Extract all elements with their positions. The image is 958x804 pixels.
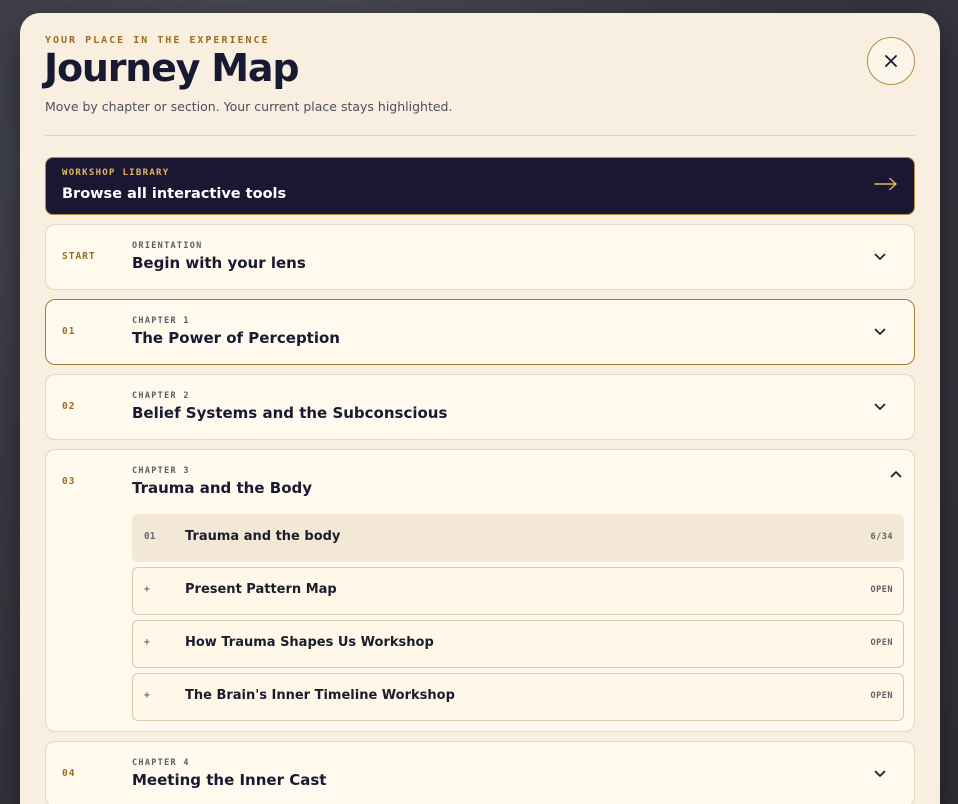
chapter-number: 03 bbox=[62, 476, 76, 487]
chapter-title: Begin with your lens bbox=[132, 254, 306, 272]
section-item-current[interactable]: 01 Trauma and the body 6/34 bbox=[132, 514, 904, 562]
page-subtitle: Move by chapter or section. Your current… bbox=[45, 99, 453, 114]
section-item-present-pattern-map[interactable]: + Present Pattern Map OPEN bbox=[132, 567, 904, 615]
chapter-eyebrow: CHAPTER 4 bbox=[132, 758, 190, 768]
section-title: The Brain's Inner Timeline Workshop bbox=[185, 688, 455, 703]
section-open-label: OPEN bbox=[870, 691, 893, 701]
arrow-right-icon bbox=[874, 177, 897, 191]
section-title: Present Pattern Map bbox=[185, 582, 337, 597]
close-icon bbox=[885, 55, 897, 67]
chapter-start[interactable]: START ORIENTATION Begin with your lens bbox=[45, 224, 915, 290]
plus-icon: + bbox=[144, 584, 150, 595]
chapter-eyebrow: ORIENTATION bbox=[132, 241, 203, 251]
workshop-library-link[interactable]: WORKSHOP LIBRARY Browse all interactive … bbox=[45, 157, 915, 215]
chapter-number: 01 bbox=[62, 326, 76, 337]
header-divider bbox=[45, 135, 915, 136]
chapter-number: 02 bbox=[62, 401, 76, 412]
chapter-number: 04 bbox=[62, 768, 76, 779]
chapter-eyebrow: CHAPTER 1 bbox=[132, 316, 190, 326]
chevron-up-icon[interactable] bbox=[890, 470, 902, 478]
chapter-4[interactable]: 04 CHAPTER 4 Meeting the Inner Cast bbox=[45, 741, 915, 804]
section-item-trauma-workshop[interactable]: + How Trauma Shapes Us Workshop OPEN bbox=[132, 620, 904, 668]
section-open-label: OPEN bbox=[870, 585, 893, 595]
section-progress: 6/34 bbox=[870, 532, 893, 542]
chevron-down-icon[interactable] bbox=[874, 770, 886, 778]
chapter-title: The Power of Perception bbox=[132, 329, 340, 347]
chevron-down-icon[interactable] bbox=[874, 328, 886, 336]
chevron-down-icon[interactable] bbox=[874, 403, 886, 411]
section-item-brain-timeline-workshop[interactable]: + The Brain's Inner Timeline Workshop OP… bbox=[132, 673, 904, 721]
section-number: 01 bbox=[144, 531, 156, 542]
chapter-3[interactable]: 03 CHAPTER 3 Trauma and the Body 01 Trau… bbox=[45, 449, 915, 732]
chapter-title: Trauma and the Body bbox=[132, 479, 313, 497]
chapter-eyebrow: CHAPTER 3 bbox=[132, 466, 190, 476]
section-title: How Trauma Shapes Us Workshop bbox=[185, 635, 434, 650]
plus-icon: + bbox=[144, 690, 150, 701]
section-open-label: OPEN bbox=[870, 638, 893, 648]
chapter-title: Belief Systems and the Subconscious bbox=[132, 404, 448, 422]
chapter-2[interactable]: 02 CHAPTER 2 Belief Systems and the Subc… bbox=[45, 374, 915, 440]
plus-icon: + bbox=[144, 637, 150, 648]
header-eyebrow: YOUR PLACE IN THE EXPERIENCE bbox=[45, 35, 270, 46]
chapter-title: Meeting the Inner Cast bbox=[132, 771, 327, 789]
chevron-down-icon[interactable] bbox=[874, 253, 886, 261]
section-title: Trauma and the body bbox=[185, 529, 341, 544]
chapter-eyebrow: CHAPTER 2 bbox=[132, 391, 190, 401]
library-title: Browse all interactive tools bbox=[62, 186, 287, 202]
page-title: Journey Map bbox=[44, 46, 300, 90]
chapter-1[interactable]: 01 CHAPTER 1 The Power of Perception bbox=[45, 299, 915, 365]
library-eyebrow: WORKSHOP LIBRARY bbox=[62, 168, 170, 178]
journey-map-modal: YOUR PLACE IN THE EXPERIENCE Journey Map… bbox=[20, 13, 940, 804]
close-button[interactable] bbox=[867, 37, 915, 85]
chapter-number: START bbox=[62, 251, 96, 262]
